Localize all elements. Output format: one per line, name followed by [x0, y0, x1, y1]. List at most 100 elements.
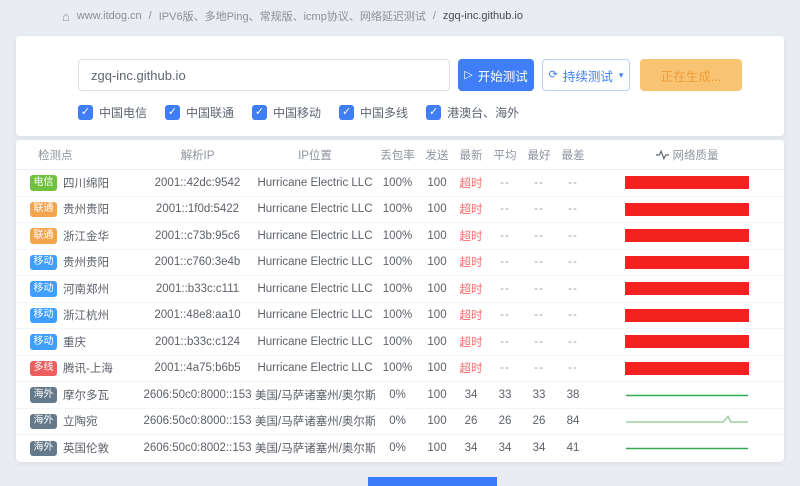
ip-location: Hurricane Electric LLC [255, 256, 375, 268]
node-name: 摩尔多瓦 [63, 387, 109, 403]
pulse-icon [656, 150, 669, 160]
worst-ping: 38 [556, 389, 590, 401]
isp-badge: 多线 [30, 361, 57, 377]
sent-count: 100 [420, 389, 454, 401]
header-worst: 最差 [556, 147, 590, 163]
ip-location: Hurricane Electric LLC [255, 203, 375, 215]
best-ping: -- [522, 283, 556, 295]
isp-badge: 移动 [30, 334, 57, 350]
line-filter-label: 中国多线 [360, 104, 408, 121]
node-name: 英国伦敦 [63, 440, 109, 456]
ip-location: 美国/马萨诸塞州/奥尔斯顿/Fastly, Inc. [255, 440, 375, 456]
latest-ping: 超时 [454, 228, 488, 244]
chevron-down-icon: ▾ [619, 70, 624, 81]
results-table: 检测点 解析IP IP位置 丢包率 发送 最新 平均 最好 最差 网络质量 电信… [16, 140, 784, 462]
node-cell: 移动 重庆 [16, 334, 140, 350]
line-filter-multiline[interactable]: ✓ 中国多线 [339, 104, 408, 121]
sent-count: 100 [420, 309, 454, 321]
line-filter-label: 中国电信 [99, 104, 147, 121]
line-filter-unicom[interactable]: ✓ 中国联通 [165, 104, 234, 121]
sent-count: 100 [420, 203, 454, 215]
target-host-input[interactable] [78, 59, 450, 91]
latest-ping: 超时 [454, 281, 488, 297]
table-row: 移动 贵州贵阳 2001::c760:3e4b Hurricane Electr… [16, 250, 784, 277]
best-ping: -- [522, 336, 556, 348]
avg-ping: -- [488, 283, 522, 295]
best-ping: -- [522, 362, 556, 374]
node-name: 浙江金华 [63, 228, 109, 244]
node-name: 重庆 [63, 334, 86, 350]
quality-cell [590, 362, 784, 375]
test-panel: ▷ 开始测试 ⟳ 持续测试 ▾ 正在生成... ✓ 中国电信 ✓ 中国联通 ✓ … [16, 36, 784, 136]
generating-status-button: 正在生成... [640, 59, 742, 91]
worst-ping: -- [556, 256, 590, 268]
quality-cell [590, 229, 784, 242]
table-row: 移动 重庆 2001::b33c:c124 Hurricane Electric… [16, 329, 784, 356]
worst-ping: 41 [556, 442, 590, 454]
loss-rate: 0% [375, 389, 420, 401]
table-header-row: 检测点 解析IP IP位置 丢包率 发送 最新 平均 最好 最差 网络质量 [16, 140, 784, 170]
line-filter-telecom[interactable]: ✓ 中国电信 [78, 104, 147, 121]
continuous-test-button[interactable]: ⟳ 持续测试 ▾ [542, 59, 630, 91]
node-cell: 多线 腾讯-上海 [16, 360, 140, 376]
header-avg: 平均 [488, 147, 522, 163]
breadcrumb-section[interactable]: IPV6版、多地Ping、常规版、icmp协议、网络延迟测试 [159, 8, 426, 24]
best-ping: -- [522, 230, 556, 242]
start-test-button[interactable]: ▷ 开始测试 [458, 59, 534, 91]
worst-ping: -- [556, 203, 590, 215]
avg-ping: 26 [488, 415, 522, 427]
breadcrumb-current: zgq-inc.github.io [443, 10, 523, 22]
breadcrumb-site[interactable]: www.itdog.cn [77, 10, 142, 22]
avg-ping: -- [488, 362, 522, 374]
packet-loss-bar [625, 362, 749, 375]
best-ping: 26 [522, 415, 556, 427]
packet-loss-bar [625, 335, 749, 348]
node-name: 河南郑州 [63, 281, 109, 297]
packet-loss-bar [625, 176, 749, 189]
header-node: 检测点 [16, 147, 140, 163]
sent-count: 100 [420, 283, 454, 295]
node-cell: 联通 贵州贵阳 [16, 201, 140, 217]
line-filter-overseas[interactable]: ✓ 港澳台、海外 [426, 104, 519, 121]
quality-cell [590, 176, 784, 189]
isp-badge: 电信 [30, 175, 57, 191]
isp-badge: 海外 [30, 387, 57, 403]
repeat-icon: ⟳ [549, 70, 558, 81]
latency-sparkline [625, 388, 749, 402]
ip-location: 美国/马萨诸塞州/奥尔斯顿/Fastly, Inc. [255, 413, 375, 429]
checkbox-checked-icon: ✓ [78, 105, 93, 120]
sent-count: 100 [420, 230, 454, 242]
avg-ping: 34 [488, 442, 522, 454]
packet-loss-bar [625, 229, 749, 242]
loss-rate: 100% [375, 283, 420, 295]
checkbox-checked-icon: ✓ [339, 105, 354, 120]
best-ping: -- [522, 177, 556, 189]
table-row: 海外 摩尔多瓦 2606:50c0:8000::153 美国/马萨诸塞州/奥尔斯… [16, 382, 784, 409]
table-row: 联通 贵州贵阳 2001::1f0d:5422 Hurricane Electr… [16, 197, 784, 224]
latest-ping: 34 [454, 442, 488, 454]
node-cell: 海外 摩尔多瓦 [16, 387, 140, 403]
ip-location: Hurricane Electric LLC [255, 283, 375, 295]
latest-ping: 超时 [454, 307, 488, 323]
breadcrumb: ⌂ www.itdog.cn / IPV6版、多地Ping、常规版、icmp协议… [62, 8, 523, 24]
node-name: 立陶宛 [63, 413, 98, 429]
worst-ping: -- [556, 177, 590, 189]
node-cell: 移动 河南郑州 [16, 281, 140, 297]
avg-ping: 33 [488, 389, 522, 401]
worst-ping: 84 [556, 415, 590, 427]
generating-status-label: 正在生成... [661, 66, 721, 85]
latest-ping: 超时 [454, 254, 488, 270]
horizontal-scrollbar-thumb[interactable] [368, 477, 497, 486]
worst-ping: -- [556, 336, 590, 348]
resolved-ip: 2001::b33c:c111 [140, 283, 255, 295]
latest-ping: 34 [454, 389, 488, 401]
avg-ping: -- [488, 309, 522, 321]
line-filter-mobile[interactable]: ✓ 中国移动 [252, 104, 321, 121]
loss-rate: 100% [375, 336, 420, 348]
ip-location: Hurricane Electric LLC [255, 336, 375, 348]
header-sent: 发送 [420, 147, 454, 163]
node-cell: 海外 英国伦敦 [16, 440, 140, 456]
worst-ping: -- [556, 283, 590, 295]
resolved-ip: 2001::1f0d:5422 [140, 203, 255, 215]
loss-rate: 0% [375, 415, 420, 427]
